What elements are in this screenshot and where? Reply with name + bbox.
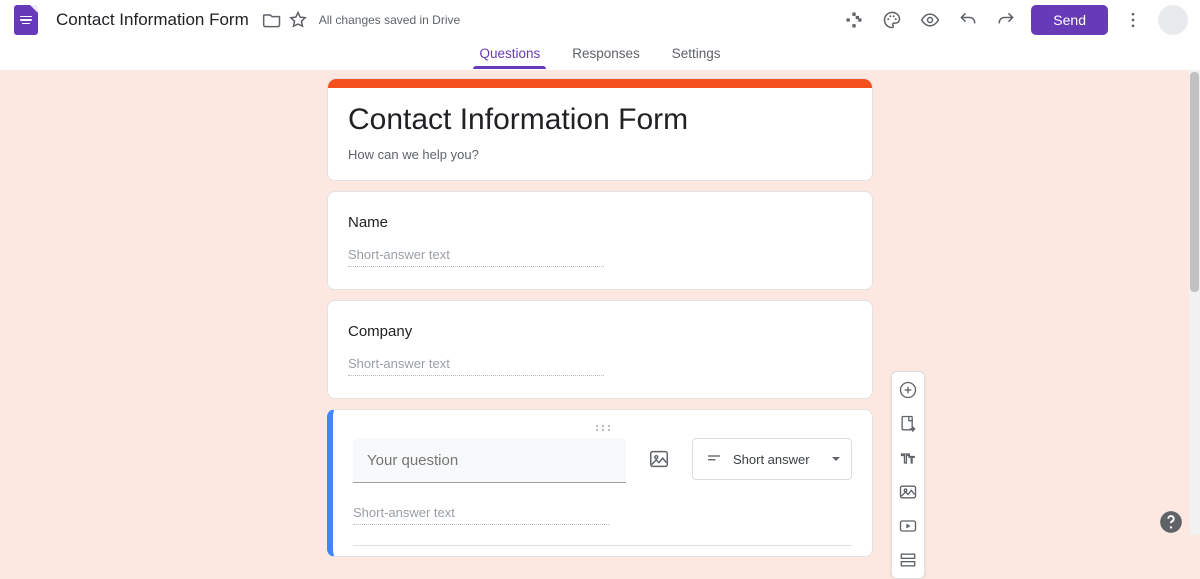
question-card[interactable]: Company Short-answer text [327,300,873,399]
question-type-label: Short answer [733,452,821,467]
more-icon[interactable] [1120,7,1146,33]
form-description[interactable]: How can we help you? [348,147,852,162]
active-question-row: Short answer [353,438,852,483]
undo-icon[interactable] [955,7,981,33]
save-status: All changes saved in Drive [319,13,460,27]
question-type-dropdown[interactable]: Short answer [692,438,852,480]
question-label: Company [348,323,852,340]
add-image-icon[interactable] [642,442,676,476]
card-footer-divider [353,545,852,546]
preview-icon[interactable] [917,7,943,33]
add-title-icon[interactable]: TT [895,446,921,470]
form-canvas: Contact Information Form How can we help… [0,70,1200,557]
question-title-input[interactable] [353,438,626,483]
chevron-down-icon [831,454,841,464]
form-title[interactable]: Contact Information Form [348,103,852,137]
drag-handle-icon[interactable] [353,424,852,438]
svg-text:T: T [909,455,915,465]
add-video-icon[interactable] [895,514,921,538]
add-question-icon[interactable] [895,378,921,402]
app-header: Contact Information Form All changes sav… [0,0,1200,40]
redo-icon[interactable] [993,7,1019,33]
header-actions: Send [841,5,1188,35]
customize-theme-icon[interactable] [879,7,905,33]
add-section-icon[interactable] [895,548,921,572]
add-image-toolbar-icon[interactable] [895,480,921,504]
import-questions-icon[interactable] [895,412,921,436]
scrollbar-thumb[interactable] [1190,72,1199,292]
answer-placeholder: Short-answer text [348,356,604,376]
addons-icon[interactable] [841,7,867,33]
floating-toolbar: TT [891,371,925,579]
forms-logo-icon[interactable] [14,5,38,35]
form-column: Contact Information Form How can we help… [327,78,873,557]
star-icon[interactable] [285,7,311,33]
help-icon[interactable] [1158,509,1184,535]
send-button[interactable]: Send [1031,5,1108,35]
answer-placeholder: Short-answer text [353,505,609,525]
user-avatar[interactable] [1158,5,1188,35]
question-card[interactable]: Name Short-answer text [327,191,873,290]
tab-questions[interactable]: Questions [477,40,542,69]
tab-settings[interactable]: Settings [670,40,723,69]
tab-responses[interactable]: Responses [570,40,642,69]
answer-placeholder: Short-answer text [348,247,604,267]
tab-bar: Questions Responses Settings [0,40,1200,70]
doc-title[interactable]: Contact Information Form [56,10,249,30]
form-title-card[interactable]: Contact Information Form How can we help… [327,78,873,181]
move-to-folder-icon[interactable] [259,7,285,33]
scrollbar[interactable] [1189,70,1200,535]
question-label: Name [348,214,852,231]
